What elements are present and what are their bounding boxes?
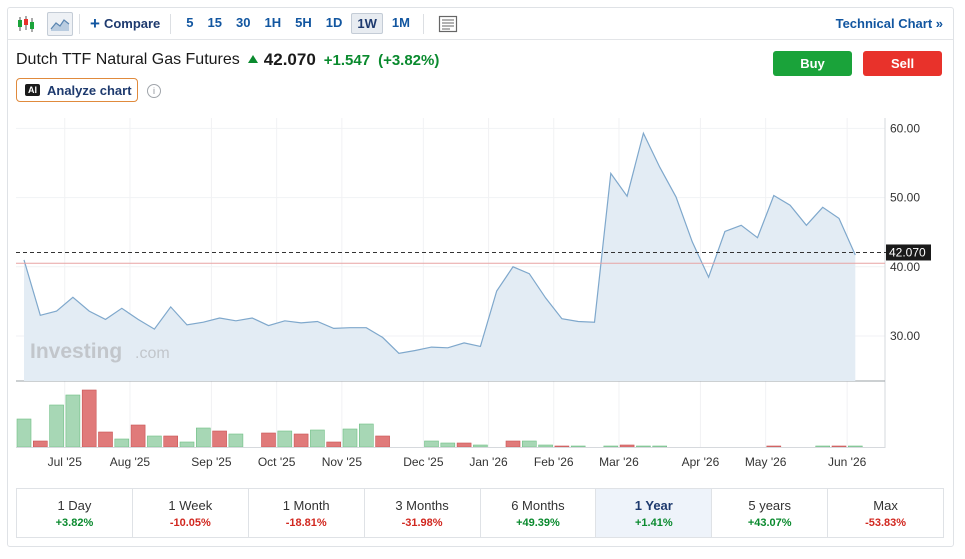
- y-tick-label: 30.00: [890, 329, 920, 343]
- volume-bar: [32, 440, 48, 448]
- chart-widget: + Compare 5 15 30 1H 5H 1D 1W 1M Technical Char…: [7, 7, 954, 547]
- period-1-month[interactable]: 1 Month -18.81%: [249, 489, 365, 537]
- volume-bar: [81, 389, 97, 448]
- period-1-year[interactable]: 1 Year +1.41%: [596, 489, 713, 537]
- volume-bar: [505, 440, 521, 448]
- period-change: -10.05%: [169, 516, 211, 529]
- period-label: 1 Week: [168, 497, 213, 513]
- volume-bar: [521, 440, 537, 448]
- current-price-label: 42.070: [889, 245, 926, 259]
- volume-bar: [310, 429, 325, 448]
- y-axis: 60.00 50.00 40.00 30.00: [890, 121, 920, 343]
- current-price-label-group: 42.070: [886, 244, 931, 261]
- y-tick-label: 60.00: [890, 121, 920, 135]
- volume-bar: [570, 445, 586, 448]
- period-6-months[interactable]: 6 Months +49.39%: [481, 489, 597, 537]
- volume-bar: [65, 394, 81, 448]
- volume-bar: [538, 444, 553, 448]
- x-tick-label: Oct '25: [258, 455, 296, 469]
- volume-bar: [114, 438, 130, 448]
- y-tick-label: 40.00: [890, 260, 920, 274]
- volume-bar: [196, 427, 211, 448]
- period-change: +1.41%: [635, 516, 673, 529]
- period-label: 1 Month: [282, 497, 330, 513]
- volume-bar: [766, 445, 782, 448]
- volume-bar: [554, 445, 570, 448]
- period-label: 1 Year: [634, 497, 673, 513]
- performance-periods: 1 Day +3.82% 1 Week -10.05% 1 Month -18.81% 3 …: [16, 488, 944, 538]
- x-tick-label: Jun '26: [828, 455, 867, 469]
- volume-bar: [326, 441, 342, 448]
- x-tick-label: Apr '26: [682, 455, 720, 469]
- x-axis: Jul '25 Aug '25 Sep '25 Oct '25 Nov '25 Dec '…: [48, 455, 867, 469]
- volume-bar: [619, 444, 635, 448]
- period-change: +3.82%: [55, 516, 94, 529]
- period-change: +49.39%: [516, 516, 560, 529]
- x-tick-label: Aug '25: [110, 455, 151, 469]
- volume-bar: [147, 435, 162, 448]
- x-tick-label: Sep '25: [191, 455, 232, 469]
- period-3-months[interactable]: 3 Months -31.98%: [365, 489, 481, 537]
- volume-bar: [130, 424, 146, 448]
- period-change: -31.98%: [401, 516, 443, 529]
- volume-bar: [831, 445, 847, 448]
- period-change: -53.83%: [865, 516, 907, 529]
- price-chart[interactable]: 60.00 50.00 40.00 30.00 42.070 Jul '25 Aug '…: [8, 8, 953, 478]
- period-5-years[interactable]: 5 years +43.07%: [712, 489, 829, 537]
- volume-bar: [293, 433, 309, 448]
- volume-bar: [636, 445, 651, 448]
- volume-bar: [261, 432, 276, 448]
- x-tick-label: Feb '26: [534, 455, 574, 469]
- period-change: +43.07%: [747, 516, 792, 529]
- y-tick-label: 50.00: [890, 191, 920, 205]
- volume-bar: [179, 441, 195, 448]
- x-tick-label: Mar '26: [599, 455, 639, 469]
- period-label: 6 Months: [511, 497, 565, 513]
- x-tick-label: Nov '25: [322, 455, 363, 469]
- volume-bar: [473, 444, 488, 448]
- volume-bar: [163, 435, 178, 448]
- volume-bar: [456, 442, 472, 448]
- period-label: 5 years: [748, 497, 791, 513]
- x-tick-label: May '26: [745, 455, 787, 469]
- watermark-brand: Investing: [30, 340, 122, 363]
- volume-bar: [847, 445, 863, 448]
- period-max[interactable]: Max -53.83%: [828, 489, 943, 537]
- volume-bar: [98, 431, 113, 448]
- volume-bar: [228, 433, 244, 448]
- x-tick-label: Jul '25: [48, 455, 83, 469]
- volume-bar: [424, 440, 439, 448]
- period-change: -18.81%: [285, 516, 327, 529]
- volume-bar: [815, 445, 831, 448]
- volume-bar: [49, 404, 64, 448]
- volume-bar: [652, 445, 668, 448]
- volume-bar: [277, 430, 293, 448]
- x-tick-label: Jan '26: [469, 455, 508, 469]
- volume-bar: [603, 445, 619, 448]
- x-tick-label: Dec '25: [403, 455, 444, 469]
- volume-bar: [440, 442, 456, 448]
- period-label: 1 Day: [57, 497, 92, 513]
- volume-bar: [375, 435, 390, 448]
- volume-bar: [358, 423, 374, 448]
- period-label: Max: [873, 497, 898, 513]
- volume-bar: [16, 418, 32, 448]
- price-area-fill: [24, 133, 856, 381]
- volume-bars: [16, 389, 885, 448]
- watermark-suffix: .com: [135, 345, 170, 362]
- period-label: 3 Months: [395, 497, 449, 513]
- period-1-day[interactable]: 1 Day +3.82%: [17, 489, 133, 537]
- volume-bar: [212, 430, 227, 448]
- period-1-week[interactable]: 1 Week -10.05%: [133, 489, 249, 537]
- volume-bar: [342, 428, 358, 448]
